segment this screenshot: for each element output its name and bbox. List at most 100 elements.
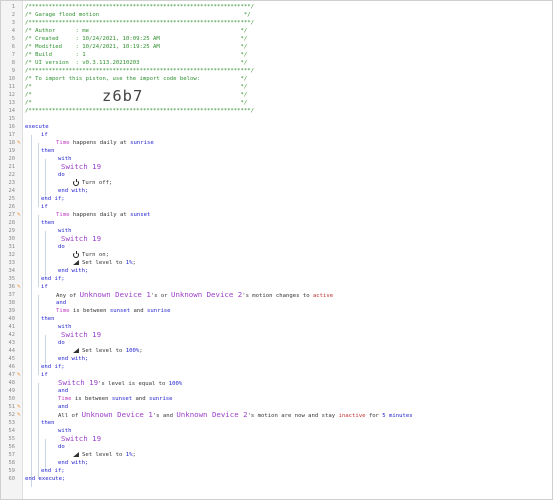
keyword: if	[41, 372, 48, 378]
code-line: 7 /* Build : 1 */	[1, 51, 552, 59]
code-text: /***************************************…	[25, 19, 254, 27]
device-name[interactable]: Unknown Device 2	[171, 290, 242, 299]
line-number: 12	[8, 92, 16, 98]
literal-value: sunrise	[148, 396, 173, 402]
line-number: 60	[8, 476, 16, 482]
code-text: execute	[25, 123, 49, 131]
line-number: 10	[8, 76, 16, 82]
code-line: 13/* */	[1, 99, 552, 107]
line-number: 44	[8, 348, 16, 354]
condition-marker-icon[interactable]: ✎	[17, 371, 21, 379]
code-line: 6 /* Modified : 10/24/2021, 10:19:25 AM *…	[1, 43, 552, 51]
device-name[interactable]: Unknown Device 2	[176, 410, 247, 419]
code-text: end with;	[58, 459, 88, 467]
level-icon	[73, 348, 79, 353]
code-text: end if;	[41, 195, 65, 203]
code-text: end if;	[41, 275, 65, 283]
line-number: 53	[8, 420, 16, 426]
comment-text: /* Author : me */	[25, 28, 248, 34]
code-line: 8 /* UI version : v0.3.113.20210203 */	[1, 59, 552, 67]
condition-marker-icon[interactable]: ✎	[17, 211, 21, 219]
keyword: then	[41, 148, 55, 154]
condition-marker-icon[interactable]: ✎	[17, 139, 21, 147]
code-text: do	[58, 171, 65, 179]
line-number: 5	[11, 36, 15, 42]
keyword: if	[41, 204, 48, 210]
keyword: then	[41, 316, 55, 322]
code-text: /* Garage flood motion */	[25, 11, 251, 19]
comment-text: /***************************************…	[25, 108, 255, 114]
line-number: 42	[8, 332, 16, 338]
line-number: 45	[8, 356, 16, 362]
line-number: 9	[11, 68, 15, 74]
statement-text: happens daily at	[69, 140, 131, 146]
code-text: /* To import this piston, use the import…	[25, 75, 247, 83]
level-icon	[73, 260, 79, 265]
code-text: Turn on;	[73, 251, 109, 259]
code-line: 37 Any of Unknown Device 1's or Unknown D…	[1, 290, 552, 300]
code-text: if	[41, 131, 48, 139]
condition-marker-icon[interactable]: ✎	[17, 283, 21, 291]
code-text: /* Modified : 10/24/2021, 10:19:25 AM */	[25, 43, 247, 51]
comment-text: /* UI version : v0.3.113.20210203 */	[25, 60, 248, 66]
import-code: z6b7	[102, 87, 144, 105]
code-line: 59 end if;	[1, 467, 552, 475]
keyword: and	[58, 388, 69, 394]
device-name[interactable]: Unknown Device 1	[80, 290, 151, 299]
code-text: end if;	[41, 467, 65, 475]
code-line: 30 Switch 19	[1, 235, 552, 243]
line-number: 39	[8, 308, 16, 314]
code-line: 17 if	[1, 131, 552, 139]
code-line: 52 ✎ All of Unknown Device 1's and Unknown…	[1, 410, 552, 420]
comment-text: /* Garage flood motion */	[25, 12, 251, 18]
code-text: Set level to 100%;	[73, 347, 143, 355]
code-line: 35 end if;	[1, 275, 552, 283]
condition-marker-icon[interactable]: ✎	[17, 411, 21, 419]
code-text: /***************************************…	[25, 3, 254, 11]
literal-value: sunset	[111, 396, 133, 402]
line-number: 31	[8, 244, 16, 250]
condition-marker-icon[interactable]: ✎	[17, 403, 21, 411]
code-line: 48 Switch 19's level is equal to 100%	[1, 378, 552, 388]
code-text: and	[56, 299, 66, 307]
code-line: 50 Time is between sunset and sunrise	[1, 395, 552, 403]
code-line: 42 Switch 19	[1, 331, 552, 339]
code-text: end with;	[58, 267, 88, 275]
device-name[interactable]: Switch 19	[61, 162, 101, 171]
keyword: if	[41, 132, 48, 138]
device-name[interactable]: Switch 19	[61, 330, 101, 339]
code-text: and	[58, 387, 68, 395]
code-text: Time happens daily at sunset	[56, 211, 150, 219]
keyword: and	[58, 404, 69, 410]
comment-text: /***************************************…	[25, 4, 255, 10]
code-text: /* Created : 10/24/2021, 10:09:25 AM */	[25, 35, 247, 43]
line-number: 43	[8, 340, 16, 346]
keyword: end with;	[58, 268, 89, 274]
line-number: 52	[8, 412, 16, 418]
keyword: do	[58, 340, 65, 346]
line-number: 11	[8, 84, 16, 90]
code-text: Time happens daily at sunrise	[56, 139, 154, 147]
line-number: 51	[8, 404, 16, 410]
device-name[interactable]: Switch 19	[61, 434, 101, 443]
code-line: 53 then	[1, 419, 552, 427]
literal-value: 100%	[125, 348, 140, 354]
code-text: then	[41, 147, 54, 155]
device-name[interactable]: Switch 19	[61, 234, 101, 243]
line-number: 18	[8, 140, 16, 146]
code-line: 19 then	[1, 147, 552, 155]
device-name[interactable]: Unknown Device 1	[82, 410, 153, 419]
code-text: then	[41, 315, 54, 323]
line-number: 23	[8, 180, 16, 186]
keyword: end with;	[58, 188, 89, 194]
line-number: 8	[11, 60, 15, 66]
line-number: 35	[8, 276, 16, 282]
device-name[interactable]: Switch 19	[58, 378, 98, 387]
comment-text: /* Modified : 10/24/2021, 10:19:25 AM */	[25, 44, 248, 50]
code-text: Set level to 1%;	[73, 259, 136, 267]
keyword: end if;	[41, 276, 65, 282]
code-line: 1 /**************************************…	[1, 3, 552, 11]
code-line: 5 /* Created : 10/24/2021, 10:09:25 AM */	[1, 35, 552, 43]
comment-text: /***************************************…	[25, 20, 255, 26]
statement-text: is between	[69, 308, 110, 314]
